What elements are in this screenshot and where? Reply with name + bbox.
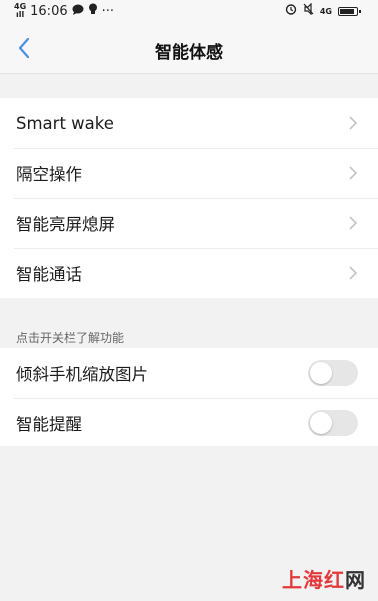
page-title: 智能体感 xyxy=(155,43,223,63)
section-header: 点击开关栏了解功能 xyxy=(16,331,125,345)
chevron-right-icon xyxy=(349,166,358,180)
list-item-label: 隔空操作 xyxy=(16,165,82,184)
list-item-smart-wake[interactable]: Smart wake xyxy=(0,98,378,148)
battery-icon xyxy=(338,6,361,16)
list-item-tilt-zoom: 倾斜手机缩放图片 xyxy=(0,348,378,398)
signal-bars-icon: ıll xyxy=(15,10,25,19)
tilt-zoom-toggle[interactable] xyxy=(308,360,358,386)
watermark-text-dark: 网 xyxy=(345,568,366,592)
settings-group-toggles: 倾斜手机缩放图片 智能提醒 xyxy=(0,348,378,446)
watermark: 上海红网 xyxy=(282,564,366,593)
status-bar: 4G ıll 16:06 ··· 4G xyxy=(0,0,378,22)
toggle-knob xyxy=(310,362,332,384)
status-time: 16:06 xyxy=(30,3,68,19)
status-right: 4G xyxy=(285,2,361,19)
alarm-icon xyxy=(285,3,297,19)
list-item-smart-reminder: 智能提醒 xyxy=(0,398,378,448)
more-icon: ··· xyxy=(101,3,115,19)
settings-group-gestures: Smart wake 隔空操作 智能亮屏熄屏 智能通话 xyxy=(0,98,378,298)
list-item-air-gesture[interactable]: 隔空操作 xyxy=(0,148,378,198)
chevron-right-icon xyxy=(349,216,358,230)
toggle-knob xyxy=(310,412,332,434)
network-type-right: 4G xyxy=(319,6,332,16)
mute-icon xyxy=(303,2,314,19)
list-item-smart-call[interactable]: 智能通话 xyxy=(0,248,378,298)
list-item-label: 智能提醒 xyxy=(16,415,82,434)
list-item-label: 智能亮屏熄屏 xyxy=(16,215,115,234)
chevron-right-icon xyxy=(349,266,358,280)
watermark-text-red: 上海红 xyxy=(282,568,345,592)
location-icon xyxy=(88,3,98,19)
list-item-label: 倾斜手机缩放图片 xyxy=(16,365,148,384)
status-left: 4G ıll 16:06 ··· xyxy=(14,3,114,19)
smart-reminder-toggle[interactable] xyxy=(308,410,358,436)
signal-indicator: 4G ıll xyxy=(14,3,26,19)
list-item-label: 智能通话 xyxy=(16,265,82,284)
chevron-right-icon xyxy=(349,116,358,130)
list-item-label: Smart wake xyxy=(16,113,114,133)
nav-bar: 智能体感 xyxy=(0,22,378,74)
list-item-smart-screen[interactable]: 智能亮屏熄屏 xyxy=(0,198,378,248)
chat-icon xyxy=(72,4,84,19)
